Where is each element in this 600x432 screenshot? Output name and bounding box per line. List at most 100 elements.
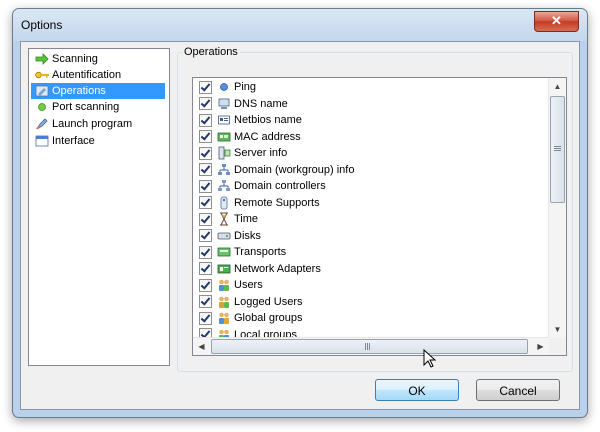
checkbox[interactable] [199, 146, 212, 160]
server-icon [217, 146, 231, 160]
list-item[interactable]: Netbios name [199, 112, 302, 128]
list-item-label: DNS name [234, 97, 288, 110]
grip-line [367, 343, 368, 350]
global-groups-icon [217, 311, 231, 325]
grip-line [554, 146, 561, 147]
tree-item-scanning[interactable]: Scanning [31, 51, 165, 67]
window-icon [35, 135, 49, 147]
list-item-label: Logged Users [234, 295, 303, 308]
checkbox[interactable] [199, 212, 212, 226]
rocket-icon [35, 118, 49, 130]
tree-item-label: Operations [52, 85, 106, 97]
logged-users-icon [217, 295, 231, 309]
list-item-label: Server info [234, 147, 288, 159]
list-item[interactable]: Ping [199, 79, 256, 95]
horizontal-scrollbar[interactable]: ◀ ▶ [193, 337, 549, 355]
dialog-body: Scanning Autentification Operations Port… [20, 41, 580, 410]
list-item[interactable]: Logged Users [199, 294, 303, 310]
list-item-label: Users [234, 279, 263, 291]
checkbox[interactable] [199, 97, 212, 110]
list-item[interactable]: Global groups [199, 310, 303, 326]
operations-group-label: Operations [184, 46, 238, 58]
remote-icon [217, 196, 231, 210]
list-item[interactable]: Transports [199, 244, 286, 260]
scroll-up-arrow-icon[interactable]: ▲ [549, 78, 566, 95]
tree-item-autentification[interactable]: Autentification [31, 67, 165, 83]
ping-dot-icon [217, 80, 231, 94]
transport-card-icon [217, 245, 231, 259]
tree-item-label: Scanning [52, 53, 98, 65]
list-item-label: Network Adapters [234, 262, 321, 275]
users-icon [217, 278, 231, 292]
list-item[interactable]: Disks [199, 228, 261, 244]
operations-list[interactable]: Ping DNS name Netbios name MAC address S [192, 77, 567, 356]
title-bar[interactable]: Options ✕ [13, 9, 587, 41]
network-adapter-icon [217, 262, 231, 276]
domain-icon [217, 163, 231, 177]
domain-controllers-icon [217, 179, 231, 193]
checkbox[interactable] [199, 311, 212, 325]
list-item-label: Global groups [234, 312, 303, 324]
scroll-left-arrow-icon[interactable]: ◀ [193, 338, 210, 355]
mouse-cursor-icon [423, 349, 437, 368]
id-card-icon [217, 113, 231, 127]
cancel-button[interactable]: Cancel [476, 379, 560, 401]
operations-icon [35, 85, 49, 97]
list-item[interactable]: MAC address [199, 129, 301, 145]
checkbox[interactable] [199, 113, 212, 127]
tree-item-label: Interface [52, 135, 95, 147]
grip-line [554, 150, 561, 151]
list-item-label: Domain (workgroup) info [234, 163, 355, 176]
checkbox[interactable] [199, 262, 212, 275]
tree-item-port-scanning[interactable]: Port scanning [31, 99, 165, 115]
key-icon [35, 69, 49, 81]
window-title: Options [21, 18, 63, 32]
scroll-right-arrow-icon[interactable]: ▶ [532, 338, 549, 355]
list-item-label: Remote Supports [234, 196, 320, 209]
category-tree: Scanning Autentification Operations Port… [28, 48, 170, 366]
horizontal-scroll-thumb[interactable] [211, 339, 528, 354]
tree-item-label: Autentification [52, 69, 122, 81]
checkbox[interactable] [199, 295, 212, 308]
checkbox[interactable] [199, 245, 212, 259]
list-item[interactable]: Server info [199, 145, 287, 161]
checkbox[interactable] [199, 196, 212, 209]
list-item-label: Disks [234, 229, 261, 242]
options-dialog: Options ✕ Scanning Autentification Opera… [12, 8, 588, 418]
list-item[interactable]: Users [199, 277, 263, 293]
checkbox[interactable] [199, 278, 212, 292]
grip-line [369, 343, 370, 350]
list-item[interactable]: Time [199, 211, 258, 227]
checkbox[interactable] [199, 229, 212, 242]
vertical-scrollbar[interactable]: ▲ ▼ [548, 78, 566, 338]
list-item-label: Transports [234, 246, 287, 258]
checkbox[interactable] [199, 163, 212, 176]
list-item-label: Netbios name [234, 114, 302, 126]
close-button[interactable]: ✕ [534, 11, 579, 32]
list-item-label: Domain controllers [234, 180, 326, 192]
tree-item-operations[interactable]: Operations [31, 83, 165, 99]
ok-button[interactable]: OK [375, 379, 459, 401]
list-item[interactable]: DNS name [199, 96, 288, 112]
list-item[interactable]: Network Adapters [199, 261, 321, 277]
grip-line [554, 148, 561, 149]
checkbox[interactable] [199, 179, 212, 193]
list-item[interactable]: Remote Supports [199, 195, 320, 211]
tree-item-label: Launch program [52, 118, 133, 130]
list-item-label: Time [234, 213, 259, 225]
tree-item-interface[interactable]: Interface [31, 133, 165, 149]
disk-icon [217, 229, 231, 243]
network-card-icon [217, 130, 231, 144]
vertical-scroll-thumb[interactable] [550, 96, 565, 203]
tree-item-launch-program[interactable]: Launch program [31, 116, 165, 132]
green-dot-icon [35, 101, 49, 113]
hourglass-icon [217, 212, 231, 226]
scroll-down-arrow-icon[interactable]: ▼ [549, 321, 566, 338]
arrow-right-icon [35, 53, 49, 65]
checkbox[interactable] [199, 80, 212, 94]
checkbox[interactable] [199, 130, 212, 143]
scrollbar-corner [549, 338, 566, 355]
list-item[interactable]: Domain (workgroup) info [199, 162, 354, 178]
tree-item-label: Port scanning [52, 101, 120, 113]
list-item[interactable]: Domain controllers [199, 178, 326, 194]
